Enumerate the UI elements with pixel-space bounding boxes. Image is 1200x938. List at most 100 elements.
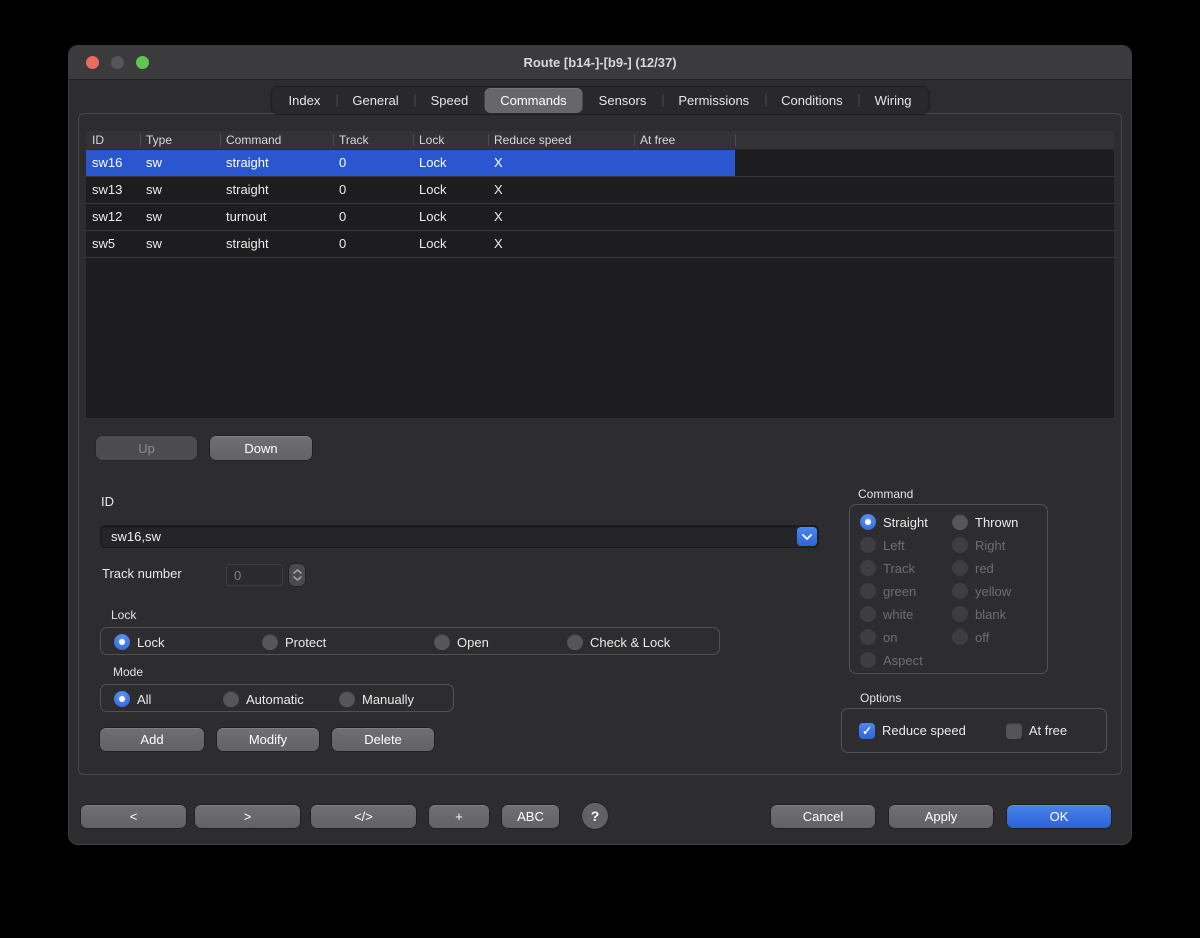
radio-icon[interactable] <box>262 634 278 650</box>
radio-aspect: Aspect <box>860 652 952 668</box>
tab-wiring[interactable]: Wiring <box>859 88 928 113</box>
radio-protect[interactable]: Protect <box>262 634 326 650</box>
ok-button[interactable]: OK <box>1007 805 1111 828</box>
modify-button[interactable]: Modify <box>217 728 319 751</box>
route-dialog-window: Route [b14-]-[b9-] (12/37) Index General… <box>68 45 1132 845</box>
column-header-type[interactable]: Type <box>140 131 220 149</box>
code-view-button[interactable]: </> <box>311 805 416 828</box>
id-combobox[interactable]: sw16,sw <box>100 525 819 548</box>
stepper-up-icon <box>293 569 302 574</box>
zoom-button[interactable] <box>136 56 149 69</box>
checkbox-icon[interactable] <box>859 723 875 739</box>
table-row[interactable]: sw13 sw straight 0 Lock X <box>86 177 1114 204</box>
radio-icon <box>952 560 968 576</box>
radio-icon[interactable] <box>434 634 450 650</box>
radio-straight[interactable]: Straight <box>860 514 952 530</box>
radio-automatic[interactable]: Automatic <box>223 691 304 707</box>
track-number-field[interactable]: 0 <box>226 564 283 586</box>
radio-icon[interactable] <box>567 634 583 650</box>
cell-lock: Lock <box>413 204 488 230</box>
delete-button[interactable]: Delete <box>332 728 434 751</box>
mode-group-label: Mode <box>113 665 143 679</box>
cell-id: sw5 <box>86 231 140 257</box>
tab-speed[interactable]: Speed <box>415 88 485 113</box>
lock-group: Lock Protect Open Check & Lock <box>100 627 720 655</box>
radio-icon[interactable] <box>339 691 355 707</box>
radio-white: white <box>860 606 952 622</box>
options-group: Reduce speed At free <box>841 708 1107 753</box>
radio-right: Right <box>952 537 1047 553</box>
abc-button[interactable]: ABC <box>502 805 559 828</box>
tab-commands[interactable]: Commands <box>484 88 582 113</box>
minimize-button[interactable] <box>111 56 124 69</box>
radio-icon <box>952 537 968 553</box>
cell-track: 0 <box>333 150 413 176</box>
radio-yellow: yellow <box>952 583 1047 599</box>
radio-label: Track <box>883 561 915 576</box>
table-row[interactable]: sw5 sw straight 0 Lock X <box>86 231 1114 258</box>
plus-button[interactable]: + <box>429 805 489 828</box>
radio-on: on <box>860 629 952 645</box>
column-header-id[interactable]: ID <box>86 131 140 149</box>
id-combobox-value: sw16,sw <box>111 529 161 544</box>
column-header-command[interactable]: Command <box>220 131 333 149</box>
nav-next-button[interactable]: > <box>195 805 300 828</box>
traffic-lights <box>86 56 149 69</box>
tab-index[interactable]: Index <box>273 88 337 113</box>
cell-id: sw12 <box>86 204 140 230</box>
close-button[interactable] <box>86 56 99 69</box>
move-up-button[interactable]: Up <box>96 436 197 460</box>
lock-group-label: Lock <box>111 608 136 622</box>
tab-conditions[interactable]: Conditions <box>765 88 858 113</box>
radio-icon[interactable] <box>114 691 130 707</box>
radio-check-and-lock[interactable]: Check & Lock <box>567 634 670 650</box>
checkbox-icon[interactable] <box>1006 723 1022 739</box>
radio-open[interactable]: Open <box>434 634 489 650</box>
cell-reduce-speed: X <box>488 150 634 176</box>
cell-track: 0 <box>333 177 413 203</box>
command-group-label: Command <box>858 487 913 501</box>
radio-lock[interactable]: Lock <box>114 634 164 650</box>
radio-track: Track <box>860 560 952 576</box>
stepper-down-icon <box>293 576 302 581</box>
radio-label: Left <box>883 538 905 553</box>
table-header: ID Type Command Track Lock Reduce speed … <box>86 131 1114 150</box>
radio-label: on <box>883 630 897 645</box>
cell-filler <box>735 231 1114 257</box>
column-header-track[interactable]: Track <box>333 131 413 149</box>
move-down-button[interactable]: Down <box>210 436 312 460</box>
radio-icon[interactable] <box>114 634 130 650</box>
tab-general[interactable]: General <box>336 88 414 113</box>
tab-permissions[interactable]: Permissions <box>662 88 765 113</box>
add-button[interactable]: Add <box>100 728 204 751</box>
column-header-at-free[interactable]: At free <box>634 131 735 149</box>
table-row[interactable]: sw16 sw straight 0 Lock X <box>86 150 1114 177</box>
column-header-lock[interactable]: Lock <box>413 131 488 149</box>
cell-id: sw13 <box>86 177 140 203</box>
nav-prev-button[interactable]: < <box>81 805 186 828</box>
checkbox-at-free[interactable]: At free <box>1006 723 1067 739</box>
radio-all[interactable]: All <box>114 691 151 707</box>
radio-icon[interactable] <box>223 691 239 707</box>
column-header-reduce-speed[interactable]: Reduce speed <box>488 131 634 149</box>
radio-manually[interactable]: Manually <box>339 691 414 707</box>
radio-thrown[interactable]: Thrown <box>952 514 1047 530</box>
track-number-stepper[interactable] <box>289 564 305 586</box>
apply-button[interactable]: Apply <box>889 805 993 828</box>
radio-off: off <box>952 629 1047 645</box>
cell-type: sw <box>140 177 220 203</box>
cell-reduce-speed: X <box>488 204 634 230</box>
cancel-button[interactable]: Cancel <box>771 805 875 828</box>
table-row[interactable]: sw12 sw turnout 0 Lock X <box>86 204 1114 231</box>
help-button[interactable]: ? <box>582 803 608 829</box>
titlebar[interactable]: Route [b14-]-[b9-] (12/37) <box>68 45 1132 80</box>
radio-icon[interactable] <box>952 514 968 530</box>
radio-icon <box>860 583 876 599</box>
radio-icon[interactable] <box>860 514 876 530</box>
radio-label: Aspect <box>883 653 923 668</box>
checkbox-reduce-speed[interactable]: Reduce speed <box>859 723 966 739</box>
tab-sensors[interactable]: Sensors <box>583 88 663 113</box>
cell-type: sw <box>140 204 220 230</box>
combobox-dropdown-button[interactable] <box>797 527 817 546</box>
mode-group: All Automatic Manually <box>100 684 454 712</box>
